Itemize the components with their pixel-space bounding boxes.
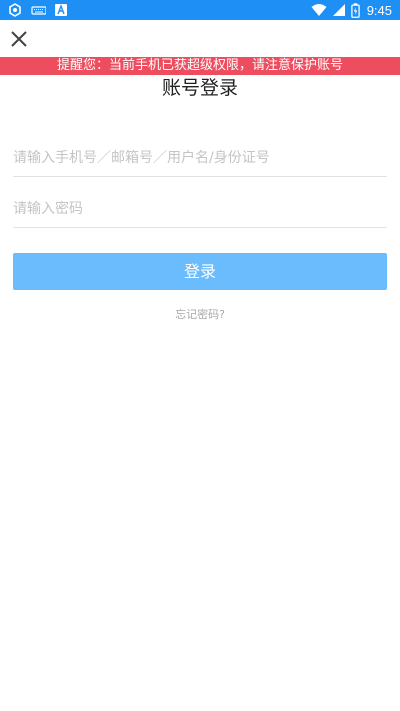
- status-right-icons: 9:45: [311, 2, 392, 18]
- page-title: 账号登录: [161, 77, 238, 99]
- text-input-icon: [55, 4, 67, 16]
- wifi-icon: [311, 4, 327, 16]
- root-warning-banner: 提醒您：当前手机已获超级权限，请注意保护账号: [0, 57, 400, 75]
- app-notification-icon: [9, 3, 21, 17]
- keyboard-icon: [31, 6, 46, 15]
- account-input[interactable]: [13, 139, 387, 177]
- login-button[interactable]: 登录: [13, 253, 387, 290]
- forgot-password-link[interactable]: 忘记密码?: [0, 306, 400, 322]
- status-left-icons: [8, 3, 68, 17]
- status-bar: 9:45: [0, 0, 400, 20]
- status-time: 9:45: [366, 2, 392, 18]
- battery-icon: [350, 2, 360, 18]
- signal-icon: [332, 4, 345, 16]
- close-button[interactable]: [8, 28, 30, 50]
- password-input[interactable]: [13, 190, 387, 228]
- close-icon: [11, 31, 27, 47]
